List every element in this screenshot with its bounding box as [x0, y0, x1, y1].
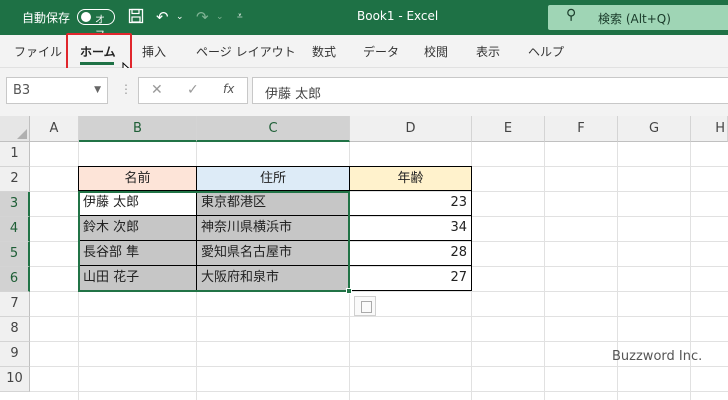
tab-page-layout[interactable]: ページ レイアウト [196, 43, 296, 60]
header-cell-age[interactable]: 年齢 [350, 166, 472, 191]
search-box[interactable]: ⚲ 検索 (Alt+Q) [548, 5, 728, 30]
name-box[interactable]: B3 ▼ [6, 77, 108, 104]
gridline [30, 316, 728, 317]
row-header-7[interactable]: 7 [0, 292, 30, 317]
tab-review[interactable]: 校閲 [424, 43, 448, 60]
redo-dropdown-icon[interactable]: ⌄ [216, 8, 224, 26]
header-cell-address[interactable]: 住所 [197, 166, 350, 191]
row-header-4[interactable]: 4 [0, 217, 30, 242]
column-header-b[interactable]: B [79, 116, 197, 142]
table-cell-name[interactable]: 伊藤 太郎 [78, 191, 197, 216]
select-all-triangle [17, 129, 27, 139]
undo-icon[interactable]: ↶ [156, 8, 169, 26]
row-header-9[interactable]: 9 [0, 342, 30, 367]
gridline [30, 391, 728, 392]
tab-help[interactable]: ヘルプ [528, 43, 564, 60]
row-header-10[interactable]: 10 [0, 367, 30, 392]
table-cell-name[interactable]: 長谷部 隼 [78, 241, 197, 266]
gridline [30, 341, 728, 342]
gridline [30, 366, 728, 367]
table-cell-age[interactable]: 23 [350, 191, 472, 216]
gridline [544, 142, 545, 400]
fill-handle[interactable] [346, 288, 352, 294]
tab-formulas[interactable]: 数式 [312, 43, 336, 60]
column-header-d[interactable]: D [350, 116, 472, 142]
table-cell-address[interactable]: 東京都港区 [197, 191, 350, 216]
search-icon: ⚲ [566, 7, 577, 23]
tab-insert[interactable]: 挿入 [142, 43, 166, 60]
customize-qat-icon[interactable]: ⩡ [237, 8, 243, 26]
tab-file[interactable]: ファイル [14, 43, 62, 60]
row-header-2[interactable]: 2 [0, 167, 30, 192]
table-cell-age[interactable]: 27 [350, 266, 472, 291]
gridline [30, 291, 728, 292]
redo-icon[interactable]: ↷ [196, 8, 209, 26]
column-header-f[interactable]: F [545, 116, 618, 142]
title-bar: 自動保存 オフ ↶ ⌄ ↷ ⌄ ⩡ Book1 - Excel ⚲ 検索 (Al… [0, 0, 728, 41]
row-header-1[interactable]: 1 [0, 142, 30, 167]
column-header-g[interactable]: G [618, 116, 691, 142]
cancel-icon[interactable]: ✕ [151, 82, 163, 98]
enter-icon[interactable]: ✓ [187, 82, 199, 98]
table-cell-name[interactable]: 山田 花子 [78, 266, 197, 291]
row-header-6[interactable]: 6 [0, 267, 30, 292]
spreadsheet-grid: A B C D E F G H 1 2 3 4 5 6 7 8 9 10 名前 … [0, 116, 728, 400]
watermark: Buzzword Inc. [612, 349, 703, 364]
formula-bar: B3 ▼ ⋮ ✕ ✓ fx 伊藤 太郎 [0, 68, 728, 116]
name-box-value: B3 [13, 83, 31, 98]
table-cell-address[interactable]: 愛知県名古屋市 [197, 241, 350, 266]
undo-dropdown-icon[interactable]: ⌄ [176, 8, 184, 26]
save-icon[interactable] [128, 8, 144, 28]
row-header-3[interactable]: 3 [0, 192, 30, 217]
formula-buttons: ✕ ✓ fx [138, 77, 248, 104]
autosave-label: 自動保存 [22, 11, 71, 25]
table-cell-name[interactable]: 鈴木 次郎 [78, 216, 197, 241]
row-header-8[interactable]: 8 [0, 317, 30, 342]
paste-options-icon[interactable] [354, 296, 376, 316]
column-header-e[interactable]: E [472, 116, 545, 142]
column-header-a[interactable]: A [30, 116, 79, 142]
chevron-down-icon[interactable]: ▼ [94, 85, 101, 95]
column-header-h[interactable]: H [691, 116, 728, 142]
table-cell-address[interactable]: 大阪府和泉市 [197, 266, 350, 291]
table-cell-age[interactable]: 34 [350, 216, 472, 241]
more-options-icon[interactable]: ⋮ [120, 82, 132, 96]
table-cell-address[interactable]: 神奈川県横浜市 [197, 216, 350, 241]
formula-value: 伊藤 太郎 [265, 87, 322, 102]
toggle-knob [81, 12, 91, 22]
formula-input[interactable]: 伊藤 太郎 [252, 77, 728, 104]
table-cell-age[interactable]: 28 [350, 241, 472, 266]
search-placeholder: 検索 (Alt+Q) [598, 12, 671, 26]
window-title: Book1 - Excel [357, 9, 439, 23]
tab-view[interactable]: 表示 [476, 43, 500, 60]
select-all-button[interactable] [0, 116, 30, 142]
row-header-5[interactable]: 5 [0, 242, 30, 267]
column-header-c[interactable]: C [197, 116, 350, 142]
autosave-toggle[interactable]: オフ [77, 9, 115, 41]
tab-data[interactable]: データ [363, 43, 399, 60]
header-cell-name[interactable]: 名前 [78, 166, 197, 191]
insert-function-icon[interactable]: fx [223, 82, 234, 96]
